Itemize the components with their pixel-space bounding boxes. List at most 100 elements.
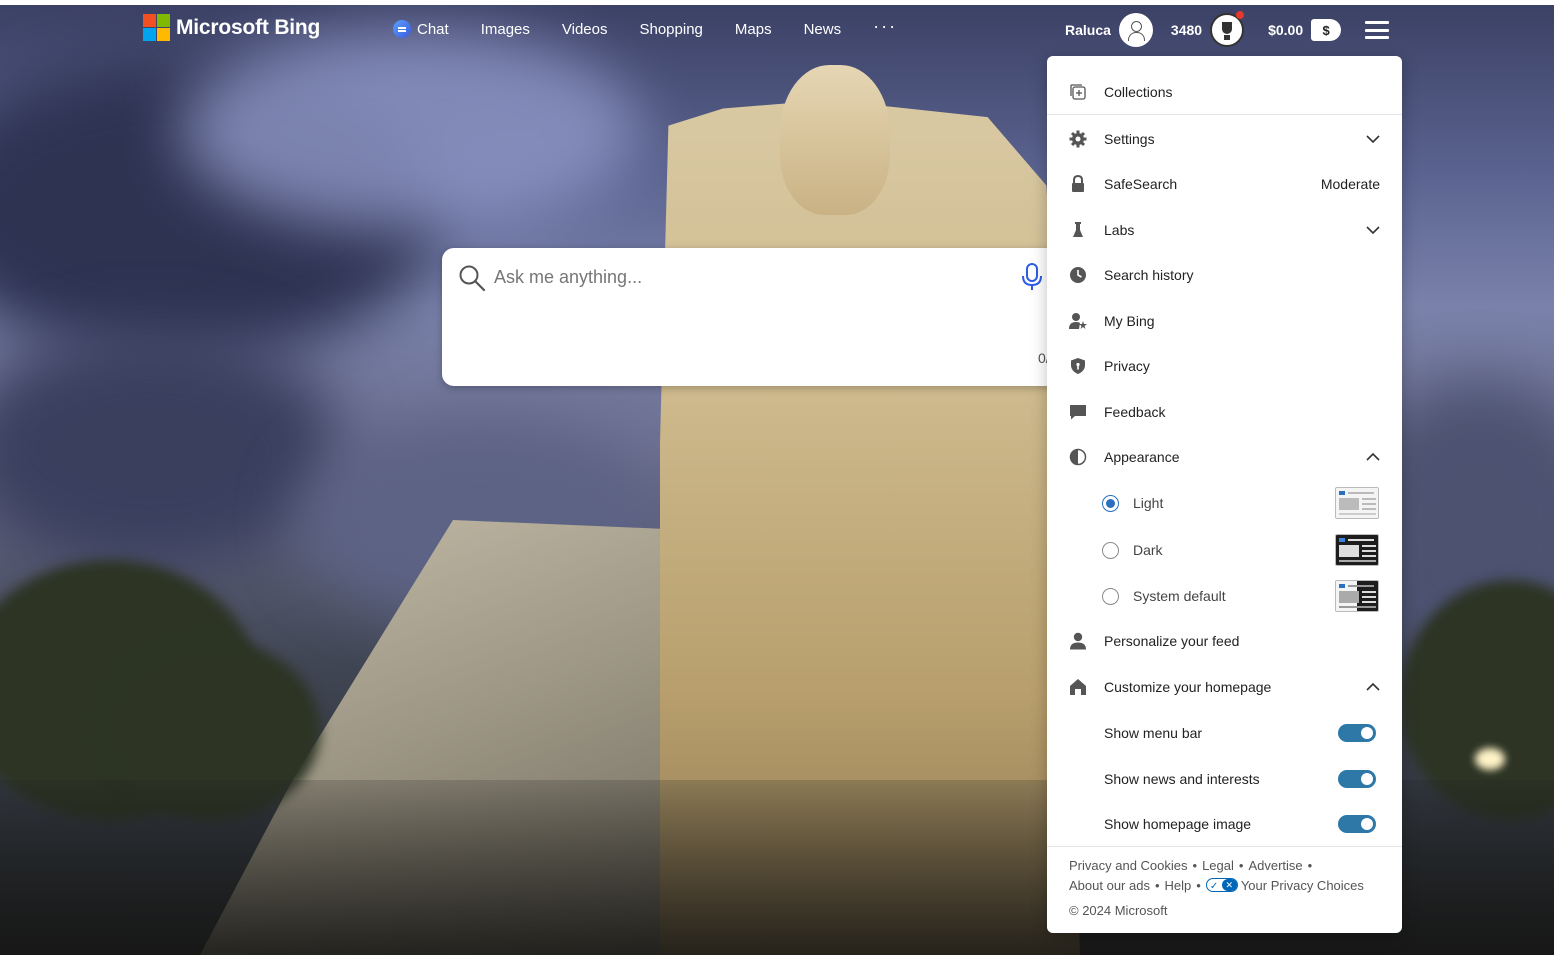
show-menu-bar-toggle[interactable]: [1338, 723, 1376, 742]
legal-link[interactable]: Legal: [1202, 858, 1234, 873]
toggle-label-news-interests: Show news and interests: [1104, 770, 1260, 787]
nav-news[interactable]: News: [804, 21, 842, 38]
appearance-option-light[interactable]: Light: [1047, 480, 1402, 526]
person-star-icon: [1069, 312, 1087, 330]
menu-label-collections: Collections: [1104, 84, 1173, 100]
toggle-row-news-interests[interactable]: Show news and interests: [1047, 756, 1402, 801]
nav-chat[interactable]: Chat: [393, 20, 449, 38]
gear-icon: [1069, 130, 1087, 148]
person-icon: [1069, 632, 1087, 650]
privacy-choices-link[interactable]: Your Privacy Choices: [1241, 878, 1364, 893]
separator: •: [1196, 878, 1201, 893]
appearance-label-light: Light: [1133, 495, 1164, 511]
balance-badge-icon[interactable]: $: [1311, 19, 1342, 41]
radio-dark[interactable]: [1102, 541, 1119, 559]
menu-item-customize-homepage[interactable]: Customize your homepage: [1047, 665, 1402, 709]
radio-light[interactable]: [1102, 494, 1119, 512]
bing-logo[interactable]: Microsoft Bing: [143, 14, 320, 41]
menu-item-labs[interactable]: Labs: [1047, 208, 1402, 252]
menu-item-privacy[interactable]: Privacy: [1047, 344, 1402, 388]
about-ads-link[interactable]: About our ads: [1069, 878, 1150, 893]
dark-theme-thumbnail: [1335, 534, 1379, 566]
menu-footer: Privacy and Cookies • Legal • Advertise • Abo…: [1069, 856, 1389, 921]
rewards-points[interactable]: 3480: [1171, 22, 1202, 38]
separator: •: [1154, 878, 1160, 893]
appearance-option-system-default[interactable]: System default: [1047, 573, 1402, 619]
feedback-icon: [1069, 403, 1087, 421]
top-header: Microsoft Bing Chat Images Videos Shoppi…: [0, 5, 1554, 55]
user-area: Raluca 3480 $0.00 $: [1065, 11, 1390, 47]
show-news-interests-toggle[interactable]: [1338, 769, 1376, 788]
safesearch-value: Moderate: [1320, 176, 1380, 192]
contrast-icon: [1069, 448, 1087, 466]
balance-amount[interactable]: $0.00: [1268, 22, 1303, 38]
radio-system-default[interactable]: [1102, 587, 1119, 605]
menu-label-my-bing: My Bing: [1104, 313, 1155, 329]
nav-images[interactable]: Images: [481, 21, 530, 38]
microsoft-logo-icon: [143, 14, 170, 41]
nav-shopping[interactable]: Shopping: [639, 21, 702, 38]
menu-item-settings[interactable]: Settings: [1047, 117, 1402, 161]
separator: •: [1192, 858, 1198, 873]
settings-menu-panel: Collections Settings SafeSearch Moderate…: [1047, 56, 1402, 933]
advertise-link[interactable]: Advertise: [1248, 858, 1302, 873]
toggle-label-menu-bar: Show menu bar: [1104, 724, 1203, 741]
menu-item-collections[interactable]: Collections: [1047, 70, 1402, 114]
appearance-label-dark: Dark: [1133, 542, 1163, 558]
menu-divider: [1047, 114, 1402, 115]
clock-icon: [1069, 266, 1087, 284]
toggle-row-homepage-image[interactable]: Show homepage image: [1047, 801, 1402, 846]
appearance-label-system-default: System default: [1133, 588, 1226, 604]
rewards-trophy-icon[interactable]: [1210, 11, 1245, 47]
lock-icon: [1069, 175, 1087, 193]
home-icon: [1069, 678, 1087, 696]
menu-label-safesearch: SafeSearch: [1104, 176, 1178, 192]
menu-label-privacy: Privacy: [1104, 358, 1150, 374]
privacy-choices-icon: [1205, 877, 1238, 897]
menu-label-personalize-feed: Personalize your feed: [1104, 633, 1240, 649]
menu-item-appearance[interactable]: Appearance: [1047, 435, 1402, 479]
top-nav: Chat Images Videos Shopping Maps News ··…: [393, 16, 897, 38]
chevron-down-icon: [1366, 223, 1380, 237]
menu-item-feedback[interactable]: Feedback: [1047, 390, 1402, 434]
footer-row-1: Privacy and Cookies • Legal • Advertise •: [1069, 856, 1389, 876]
footer-row-2: About our ads • Help • Your Privacy Choices: [1069, 876, 1389, 897]
system-theme-thumbnail: [1335, 580, 1379, 612]
show-homepage-image-toggle[interactable]: [1338, 814, 1376, 833]
menu-label-settings: Settings: [1104, 131, 1155, 147]
privacy-cookies-link[interactable]: Privacy and Cookies: [1069, 858, 1188, 873]
toggle-row-menu-bar[interactable]: Show menu bar: [1047, 710, 1402, 755]
shield-icon: [1069, 357, 1087, 375]
search-icon[interactable]: [458, 264, 486, 292]
more-icon[interactable]: ···: [873, 16, 897, 37]
nav-maps[interactable]: Maps: [735, 21, 772, 38]
separator: •: [1307, 858, 1313, 873]
menu-label-appearance: Appearance: [1104, 449, 1180, 465]
separator: •: [1238, 858, 1244, 873]
chevron-up-icon: [1366, 680, 1380, 694]
hamburger-menu-icon[interactable]: [1365, 21, 1390, 39]
notification-dot: [1236, 11, 1245, 19]
help-link[interactable]: Help: [1165, 878, 1192, 893]
search-input[interactable]: [494, 262, 994, 292]
appearance-option-dark[interactable]: Dark: [1047, 527, 1402, 573]
menu-item-my-bing[interactable]: My Bing: [1047, 299, 1402, 343]
chevron-up-icon: [1366, 450, 1380, 464]
flask-icon: [1069, 221, 1087, 239]
chat-icon: [393, 20, 411, 38]
copyright: © 2024 Microsoft: [1069, 903, 1168, 918]
user-name[interactable]: Raluca: [1065, 22, 1111, 38]
toggle-label-homepage-image: Show homepage image: [1104, 815, 1252, 832]
nav-videos[interactable]: Videos: [562, 21, 608, 38]
search-box: 0/: [442, 248, 1082, 386]
menu-label-search-history: Search history: [1104, 267, 1194, 283]
microphone-icon[interactable]: [1020, 262, 1044, 292]
menu-item-safesearch[interactable]: SafeSearch Moderate: [1047, 162, 1402, 206]
avatar[interactable]: [1118, 13, 1153, 47]
menu-item-search-history[interactable]: Search history: [1047, 253, 1402, 297]
menu-label-customize-homepage: Customize your homepage: [1104, 679, 1272, 695]
menu-item-personalize-feed[interactable]: Personalize your feed: [1047, 619, 1402, 663]
footer-divider: [1047, 846, 1402, 847]
nav-chat-label: Chat: [417, 20, 449, 38]
menu-label-feedback: Feedback: [1104, 404, 1166, 420]
